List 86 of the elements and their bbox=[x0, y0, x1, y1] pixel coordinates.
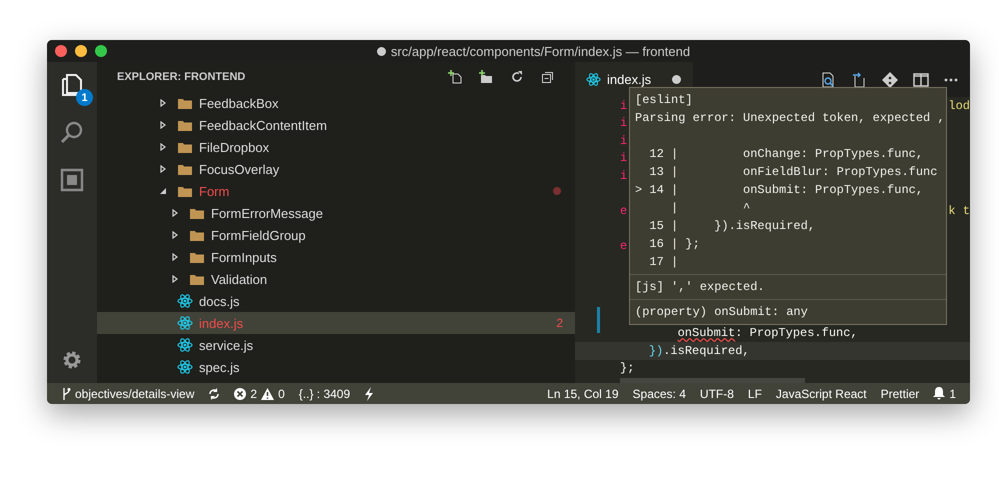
tooltip-text: 16 | }; bbox=[648, 237, 700, 251]
new-folder-icon[interactable] bbox=[479, 70, 493, 84]
scrollbar[interactable] bbox=[620, 378, 805, 383]
tree-item[interactable]: FormInputs bbox=[97, 246, 575, 268]
tree-item[interactable]: FocusOverlay bbox=[97, 158, 575, 180]
tooltip-text: 17 | bbox=[648, 255, 678, 269]
status-item[interactable]: JavaScript React bbox=[776, 386, 867, 400]
folder-icon bbox=[177, 118, 193, 132]
folder-icon bbox=[177, 184, 193, 198]
status-item[interactable]: LF bbox=[748, 386, 762, 400]
code-line: }; bbox=[620, 361, 634, 376]
zoom-button[interactable] bbox=[95, 45, 107, 57]
bell-icon[interactable] bbox=[933, 387, 946, 400]
tooltip-text: | ^ bbox=[670, 201, 750, 215]
code-line: e bbox=[620, 204, 628, 218]
new-file-icon[interactable] bbox=[448, 70, 462, 84]
git-icon[interactable] bbox=[882, 72, 898, 88]
folder-icon bbox=[189, 206, 205, 220]
search-icon[interactable] bbox=[59, 120, 85, 146]
tooltip-text: 15 | }).isRequired, bbox=[648, 219, 816, 233]
symbol-count[interactable]: {..} : 3409 bbox=[298, 386, 350, 400]
tree-item[interactable]: FormErrorMessage bbox=[97, 202, 575, 224]
minimize-button[interactable] bbox=[75, 45, 87, 57]
code-line: e bbox=[620, 238, 628, 253]
refresh-icon[interactable] bbox=[510, 70, 524, 84]
extensions-icon[interactable] bbox=[60, 168, 84, 192]
react-atom-icon bbox=[177, 359, 193, 375]
collapse-all-icon[interactable] bbox=[541, 70, 555, 84]
tree-item[interactable]: FeedbackContentItem bbox=[97, 114, 575, 136]
more-icon[interactable] bbox=[944, 78, 958, 82]
react-atom-icon bbox=[586, 72, 601, 87]
code-line: i bbox=[620, 116, 628, 130]
settings-icon[interactable] bbox=[61, 349, 83, 371]
tree-item[interactable]: FormFieldGroup bbox=[97, 224, 575, 246]
lightning-icon[interactable] bbox=[364, 386, 374, 400]
tree-item[interactable]: service.js bbox=[97, 334, 575, 356]
code-line: i bbox=[620, 98, 628, 113]
file-search-icon[interactable] bbox=[820, 72, 836, 88]
code-line: }).isRequired, bbox=[648, 344, 750, 358]
error-count: 2 bbox=[556, 316, 563, 330]
tree-item[interactable]: Form bbox=[97, 180, 575, 202]
tooltip-text: [js] ',' expected. bbox=[635, 280, 765, 294]
tree-item[interactable]: docs.js bbox=[97, 290, 575, 312]
error-dot-icon bbox=[553, 187, 561, 195]
code-line: i bbox=[620, 168, 628, 183]
folder-icon bbox=[189, 250, 205, 264]
folder-icon bbox=[177, 140, 193, 154]
tooltip-text: 13 | onFieldBlur: PropTypes.func bbox=[648, 165, 938, 179]
status-item[interactable]: Prettier bbox=[880, 386, 920, 400]
status-item[interactable]: UTF-8 bbox=[700, 386, 734, 400]
folder-icon bbox=[189, 228, 205, 242]
code-text: k t bbox=[948, 204, 970, 218]
tooltip-text: Parsing error: Unexpected token, expected , bbox=[635, 111, 945, 125]
close-button[interactable] bbox=[55, 45, 67, 57]
error-icon bbox=[234, 388, 246, 400]
tree-item[interactable]: Validation bbox=[97, 268, 575, 290]
branch-name[interactable]: objectives/details-view bbox=[75, 386, 194, 400]
split-editor-icon[interactable] bbox=[913, 72, 929, 86]
tooltip-text: 12 | onChange: PropTypes.func, bbox=[648, 147, 924, 161]
code-line: i bbox=[620, 134, 628, 148]
folder-icon bbox=[189, 272, 205, 286]
tooltip-text: > 14 | onSubmit: PropTypes.func, bbox=[635, 183, 924, 197]
warning-count[interactable]: 0 bbox=[278, 386, 285, 400]
error-count[interactable]: 2 bbox=[250, 386, 258, 400]
explorer-title: EXPLORER: FRONTEND bbox=[117, 71, 246, 83]
tree-item[interactable]: FileDropbox bbox=[97, 136, 575, 158]
tree-item[interactable]: spec.js bbox=[97, 356, 575, 378]
react-atom-icon bbox=[177, 315, 193, 331]
folder-icon bbox=[177, 162, 193, 176]
warning-icon bbox=[261, 388, 274, 400]
status-item[interactable]: Ln 15, Col 19 bbox=[547, 386, 619, 400]
tree-item[interactable]: FeedbackBox bbox=[97, 92, 575, 114]
react-atom-icon bbox=[177, 293, 193, 309]
notification-count[interactable]: 1 bbox=[949, 386, 956, 400]
sync-icon[interactable] bbox=[208, 388, 220, 400]
code-line: i bbox=[620, 151, 628, 166]
react-atom-icon bbox=[177, 337, 193, 353]
status-item[interactable]: Spaces: 4 bbox=[632, 386, 686, 400]
open-preview-icon[interactable] bbox=[851, 72, 867, 88]
branch-icon bbox=[61, 386, 71, 400]
code-line: onSubmit: PropTypes.func, bbox=[676, 326, 858, 340]
folder-icon bbox=[177, 96, 193, 110]
tooltip-text: (property) onSubmit: any bbox=[635, 305, 808, 319]
window-title: src/app/react/components/Form/index.js — frontend bbox=[390, 44, 690, 58]
notification-badge: 1 bbox=[76, 89, 93, 106]
code-text: lod bbox=[948, 98, 970, 113]
